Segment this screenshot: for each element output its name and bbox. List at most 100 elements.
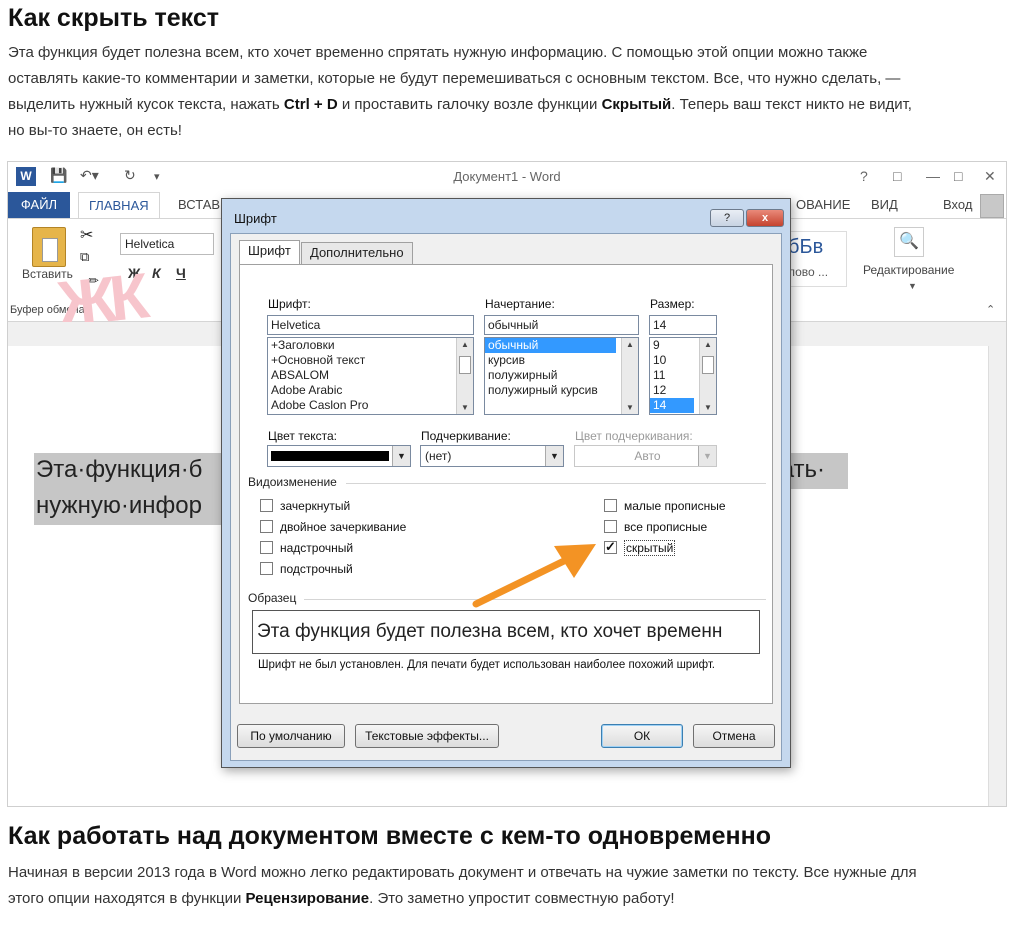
list-item[interactable]: +Заголовки — [268, 338, 473, 353]
collapse-ribbon-icon[interactable]: ⌃ — [986, 303, 995, 316]
cancel-button[interactable]: Отмена — [693, 724, 775, 748]
text-effects-button[interactable]: Текстовые эффекты... — [355, 724, 499, 748]
list-item[interactable]: 14 — [650, 398, 694, 413]
maximize-icon[interactable]: □ — [954, 168, 962, 184]
checkbox-icon[interactable] — [260, 520, 273, 533]
shortcut-text: Ctrl + D — [283, 96, 338, 113]
list-item[interactable]: Adobe Arabic — [268, 383, 473, 398]
text-color-label: Цвет текста: — [268, 429, 338, 443]
title-bar: W 💾 ↶▾ ↻ ▾ Документ1 - Word ? □ — □ ✕ — [8, 162, 1006, 192]
sign-in-link[interactable]: Вход — [933, 192, 982, 218]
italic-button[interactable]: К — [152, 265, 161, 281]
scrollbar[interactable]: ▲ ▼ — [699, 338, 716, 414]
list-item[interactable]: полужирный курсив — [485, 383, 638, 398]
font-name-box[interactable]: Helvetica — [120, 233, 214, 255]
styles-label: лово ... — [788, 265, 829, 279]
avatar[interactable] — [980, 194, 1004, 218]
minimize-icon[interactable]: — — [926, 168, 940, 184]
text-color-select[interactable]: ▼ — [267, 445, 411, 467]
tab-review[interactable]: ОВАНИЕ — [786, 192, 860, 218]
style-label: Начертание: — [485, 297, 555, 311]
checkbox-superscript[interactable]: надстрочный — [260, 541, 353, 555]
paragraph-line: но вы-то знаете, он есть! — [8, 122, 182, 139]
close-icon[interactable]: ✕ — [984, 168, 996, 185]
editing-button[interactable]: Редактирование — [863, 263, 954, 277]
tab-font[interactable]: Шрифт — [239, 240, 300, 264]
tab-advanced[interactable]: Дополнительно — [301, 242, 413, 264]
find-icon[interactable]: 🔍 — [894, 227, 924, 257]
underline-select[interactable]: (нет) ▼ — [420, 445, 564, 467]
size-list[interactable]: 9 10 11 12 14 ▲ ▼ — [649, 337, 717, 415]
paragraph-collaborate: Начиная в версии 2013 года в Word можно … — [8, 860, 1008, 912]
list-item[interactable]: курсив — [485, 353, 638, 368]
list-item[interactable]: +Основной текст — [268, 353, 473, 368]
checkbox-icon[interactable] — [604, 520, 617, 533]
styles-gallery[interactable]: бБв лово ... — [783, 231, 847, 287]
style-input[interactable]: обычный — [484, 315, 639, 335]
font-input[interactable]: Helvetica — [267, 315, 474, 335]
help-icon[interactable]: ? — [860, 168, 868, 184]
review-feature-text: Рецензирование — [245, 890, 370, 907]
checkbox-icon[interactable] — [260, 562, 273, 575]
underline-label: Подчеркивание: — [421, 429, 511, 443]
checkbox-small-caps[interactable]: малые прописные — [604, 499, 726, 513]
color-swatch — [271, 451, 389, 461]
sample-preview: Эта функция будет полезна всем, кто хоче… — [252, 610, 760, 654]
list-item[interactable]: обычный — [485, 338, 616, 353]
styles-preview: бБв — [788, 236, 824, 258]
underline-color-value: Авто — [634, 449, 661, 463]
list-item[interactable]: Adobe Caslon Pro — [268, 398, 473, 413]
checkbox-checked-icon[interactable] — [604, 539, 617, 555]
effects-group-label: Видоизменение — [248, 475, 337, 489]
list-item[interactable]: ABSALOM — [268, 368, 473, 383]
sample-group-label: Образец — [248, 591, 297, 605]
section-heading-hide-text: Как скрыть текст — [8, 4, 219, 32]
font-list[interactable]: +Заголовки +Основной текст ABSALOM Adobe… — [267, 337, 474, 415]
hidden-option-text: Скрытый — [601, 96, 672, 113]
checkbox-icon[interactable] — [260, 499, 273, 512]
ribbon-display-icon[interactable]: □ — [893, 168, 901, 184]
checkbox-strikethrough[interactable]: зачеркнутый — [260, 499, 350, 513]
checkbox-subscript[interactable]: подстрочный — [260, 562, 353, 576]
font-tab-page: Шрифт: Helvetica +Заголовки +Основной те… — [239, 264, 773, 704]
chevron-down-icon[interactable]: ▼ — [545, 446, 563, 466]
size-label: Размер: — [650, 297, 695, 311]
divider — [346, 483, 766, 484]
underline-button[interactable]: Ч — [176, 265, 186, 281]
scrollbar[interactable]: ▲ ▼ — [621, 338, 638, 414]
tab-home[interactable]: ГЛАВНАЯ — [78, 192, 160, 218]
cut-icon[interactable]: ✂ — [80, 225, 93, 245]
paragraph-line: Начиная в версии 2013 года в Word можно … — [8, 864, 917, 881]
dialog-body: Шрифт Дополнительно Шрифт: Helvetica +За… — [230, 233, 782, 761]
underline-value: (нет) — [425, 449, 452, 463]
font-note: Шрифт не был установлен. Для печати буде… — [258, 659, 716, 671]
checkbox-hidden[interactable]: скрытый — [604, 539, 676, 556]
ok-button[interactable]: ОК — [601, 724, 683, 748]
list-item[interactable]: полужирный — [485, 368, 638, 383]
chevron-down-icon[interactable]: ▼ — [392, 446, 410, 466]
underline-color-label: Цвет подчеркивания: — [575, 429, 693, 443]
tab-view[interactable]: ВИД — [861, 192, 908, 218]
dialog-help-button[interactable]: ? — [710, 209, 744, 227]
set-default-button[interactable]: По умолчанию — [237, 724, 345, 748]
underline-color-select: Авто ▼ — [574, 445, 717, 467]
dialog-title: Шрифт — [234, 211, 277, 226]
font-label: Шрифт: — [268, 297, 311, 311]
paragraph-line: оставлять какие-то комментарии и заметки… — [8, 70, 901, 87]
checkbox-double-strikethrough[interactable]: двойное зачеркивание — [260, 520, 406, 534]
paste-icon[interactable] — [32, 227, 66, 267]
dialog-close-button[interactable]: x — [746, 209, 784, 227]
chevron-down-icon[interactable]: ▼ — [908, 281, 917, 291]
scrollbar[interactable]: ▲ ▼ — [456, 338, 473, 414]
paragraph-line: выделить нужный кусок текста, нажать Ctr… — [8, 96, 912, 113]
section-heading-collaborate: Как работать над документом вместе с кем… — [8, 822, 771, 850]
style-list[interactable]: обычный курсив полужирный полужирный кур… — [484, 337, 639, 415]
tab-file[interactable]: ФАЙЛ — [8, 192, 70, 218]
size-input[interactable]: 14 — [649, 315, 717, 335]
checkbox-icon[interactable] — [260, 541, 273, 554]
font-dialog: Шрифт ? x Шрифт Дополнительно Шрифт: Hel… — [221, 198, 791, 768]
checkbox-all-caps[interactable]: все прописные — [604, 520, 707, 534]
copy-icon[interactable]: ⧉ — [80, 249, 89, 265]
checkbox-icon[interactable] — [604, 499, 617, 512]
paragraph-line: этого опции находятся в функции Рецензир… — [8, 890, 675, 907]
